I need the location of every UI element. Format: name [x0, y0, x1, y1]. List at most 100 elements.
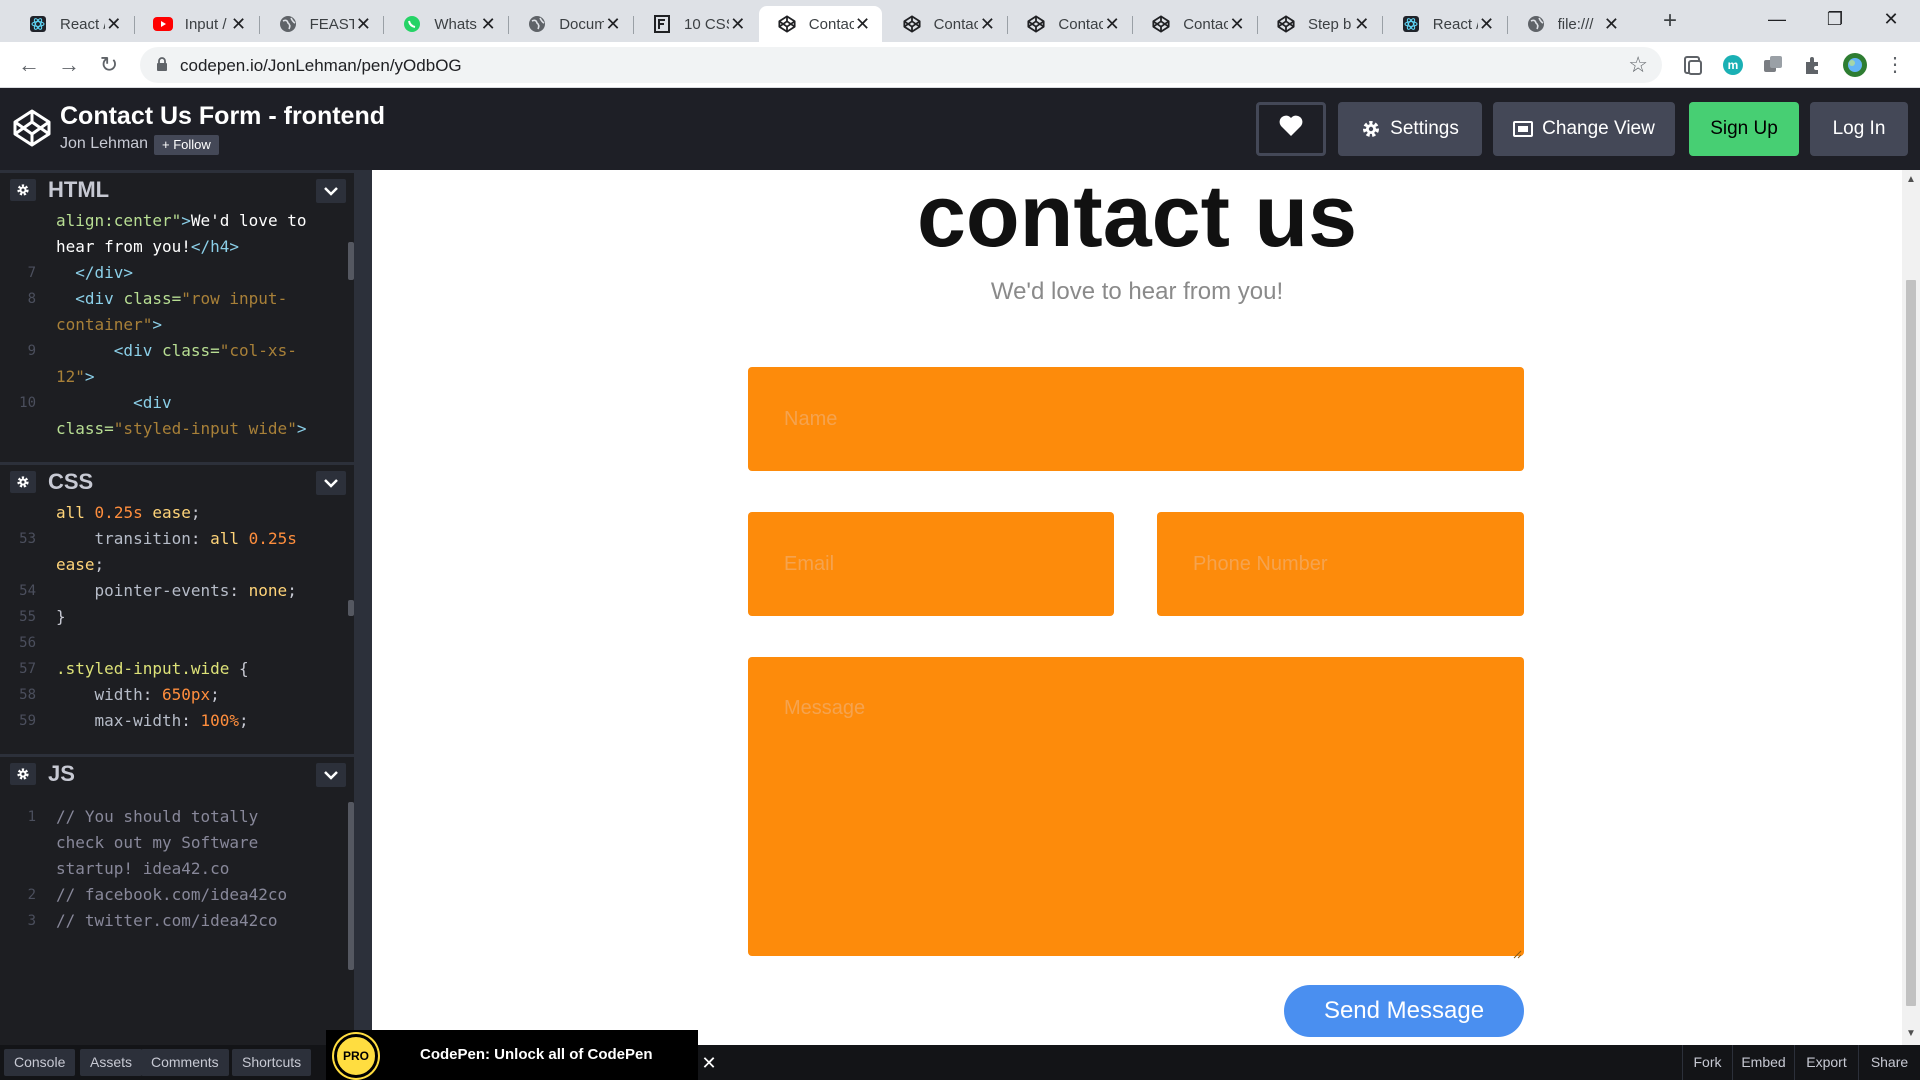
fork-button[interactable]: Fork: [1682, 1045, 1732, 1080]
code-text: class="styled-input wide">: [56, 419, 307, 438]
extension-copy-icon[interactable]: [1762, 54, 1784, 76]
tab-close-icon[interactable]: ✕: [1478, 14, 1496, 35]
back-arrow-icon[interactable]: ←: [14, 50, 44, 80]
css-code-area[interactable]: all 0.25s ease; 53 transition: all 0.25s e…: [0, 500, 354, 744]
embed-button[interactable]: Embed: [1732, 1045, 1794, 1080]
browser-tab[interactable]: Whats ✕: [384, 6, 507, 42]
code-text: startup! idea42.co: [56, 859, 230, 878]
browser-tab[interactable]: Step b ✕: [1258, 6, 1381, 42]
share-button[interactable]: Share: [1858, 1045, 1920, 1080]
shortcuts-button[interactable]: Shortcuts: [232, 1049, 312, 1076]
css-settings-gear-icon[interactable]: [10, 471, 36, 493]
tab-close-icon[interactable]: ✕: [1228, 14, 1246, 35]
line-number: 54: [19, 583, 36, 599]
tab-close-icon[interactable]: ✕: [354, 14, 372, 35]
line-number: 2: [27, 887, 36, 903]
browser-tab[interactable]: file:/// ✕: [1508, 6, 1631, 42]
js-pane-title: JS: [48, 761, 75, 786]
code-line: 56: [0, 630, 354, 656]
close-window-icon[interactable]: ✕: [1868, 0, 1914, 40]
line-number: 55: [19, 609, 36, 625]
tab-close-icon[interactable]: ✕: [1103, 14, 1121, 35]
preview-scrollbar[interactable]: ▲ ▼: [1902, 170, 1920, 1045]
extension-m-icon[interactable]: m: [1722, 54, 1744, 76]
browser-tab[interactable]: Contac ✕: [1133, 6, 1256, 42]
code-line: all 0.25s ease;: [0, 500, 354, 526]
browser-tab[interactable]: FEAST_✕: [260, 6, 383, 42]
tab-close-icon[interactable]: ✕: [978, 14, 996, 35]
browser-tab-label: FEAST_: [309, 15, 355, 33]
promo-text[interactable]: CodePen: Unlock all of CodePen: [420, 1046, 653, 1063]
css-chevron-down-icon[interactable]: [316, 471, 346, 495]
browser-tab[interactable]: Contac ✕: [1008, 6, 1131, 42]
tab-close-icon[interactable]: ✕: [105, 14, 123, 35]
browser-tab[interactable]: React / ✕: [1383, 6, 1506, 42]
html-chevron-down-icon[interactable]: [316, 179, 346, 203]
tab-close-icon[interactable]: ✕: [604, 14, 622, 35]
bookmark-star-icon[interactable]: ☆: [1628, 52, 1648, 78]
reload-icon[interactable]: ↻: [94, 50, 124, 80]
browser-tab[interactable]: React / ✕: [10, 6, 133, 42]
js-code-area[interactable]: 1 // You should totally check out my Softw…: [0, 804, 354, 1004]
settings-button[interactable]: Settings: [1338, 102, 1482, 156]
profile-avatar[interactable]: [1842, 52, 1868, 78]
send-message-button[interactable]: Send Message: [1284, 985, 1524, 1037]
codepen-icon: [1026, 14, 1046, 34]
email-input[interactable]: [748, 512, 1114, 616]
export-button[interactable]: Export: [1794, 1045, 1858, 1080]
assets-button[interactable]: Assets: [80, 1049, 143, 1076]
scroll-up-arrow-icon[interactable]: ▲: [1902, 174, 1920, 185]
globe-icon: [278, 14, 298, 34]
js-settings-gear-icon[interactable]: [10, 763, 36, 785]
omnibox[interactable]: codepen.io/JonLehman/pen/yOdbOG ☆: [140, 47, 1662, 83]
browser-tab[interactable]: Input / ✕: [135, 6, 258, 42]
phone-number-input[interactable]: [1157, 512, 1524, 616]
name-input[interactable]: [748, 367, 1524, 471]
js-chevron-down-icon[interactable]: [316, 763, 346, 787]
tab-close-icon[interactable]: ✕: [230, 14, 248, 35]
code-text: }: [56, 607, 66, 626]
globe-icon: [1526, 14, 1546, 34]
heart-button[interactable]: [1256, 102, 1326, 156]
sign-up-button[interactable]: Sign Up: [1689, 102, 1799, 156]
tab-close-icon[interactable]: ✕: [1602, 14, 1620, 35]
html-code-area[interactable]: align:center">We'd love to hear from you!…: [0, 208, 354, 452]
scroll-down-arrow-icon[interactable]: ▼: [1902, 1028, 1920, 1039]
codepen-logo-icon[interactable]: [12, 108, 52, 153]
url-text[interactable]: codepen.io/JonLehman/pen/yOdbOG: [180, 56, 462, 76]
extensions-puzzle-icon[interactable]: [1802, 54, 1824, 76]
code-line: 53 transition: all 0.25s: [0, 526, 354, 552]
html-settings-gear-icon[interactable]: [10, 179, 36, 201]
codepen-footer: Console Assets Comments Shortcuts Fork E…: [0, 1045, 1920, 1080]
console-button[interactable]: Console: [4, 1049, 76, 1076]
browser-menu-icon[interactable]: ⋮: [1880, 50, 1910, 80]
comments-button[interactable]: Comments: [141, 1049, 229, 1076]
log-in-button[interactable]: Log In: [1810, 102, 1908, 156]
new-tab-button[interactable]: +: [1656, 8, 1684, 36]
pro-badge: PRO: [334, 1034, 378, 1078]
preview-scroll-thumb[interactable]: [1906, 280, 1916, 1006]
forward-arrow-icon[interactable]: →: [54, 50, 84, 80]
pro-promo-banner[interactable]: PRO CodePen: Unlock all of CodePen: [326, 1030, 698, 1080]
browser-tab[interactable]: 10 CSS✕: [634, 6, 757, 42]
change-view-button[interactable]: Change View: [1493, 102, 1675, 156]
browser-tab[interactable]: Docum ✕: [509, 6, 632, 42]
code-text: </div>: [75, 263, 134, 282]
css-pane-header: CSS: [0, 462, 354, 498]
tab-close-icon[interactable]: ✕: [729, 14, 747, 35]
minimize-icon[interactable]: —: [1754, 0, 1800, 40]
extension-reader-icon[interactable]: [1682, 54, 1704, 76]
tab-close-icon[interactable]: ✕: [854, 14, 872, 35]
textarea-resize-icon[interactable]: [1512, 946, 1522, 959]
promo-close-icon[interactable]: ✕: [698, 1052, 720, 1074]
tab-close-icon[interactable]: ✕: [479, 14, 497, 35]
restore-icon[interactable]: ❐: [1812, 0, 1858, 40]
browser-tab[interactable]: Contac ✕: [758, 6, 882, 42]
editor-resize-divider[interactable]: [354, 170, 372, 1045]
tab-close-icon[interactable]: ✕: [1353, 14, 1371, 35]
browser-tab[interactable]: Contac ✕: [884, 6, 1007, 42]
follow-button[interactable]: + Follow: [154, 135, 219, 155]
message-textarea[interactable]: [748, 657, 1524, 956]
pen-author[interactable]: Jon Lehman: [60, 135, 148, 153]
codepen-icon: [777, 14, 797, 34]
